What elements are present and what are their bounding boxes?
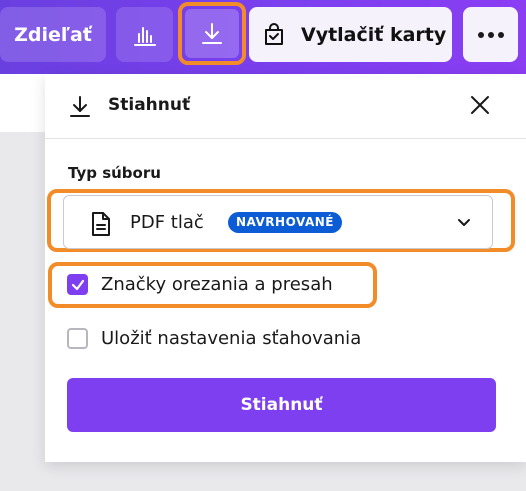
print-cards-label: Vytlačiť karty bbox=[301, 23, 447, 46]
recommended-badge: NAVRHOVANÉ bbox=[228, 212, 342, 233]
close-icon bbox=[471, 96, 489, 114]
print-cards-button[interactable]: Vytlačiť karty bbox=[249, 7, 452, 62]
more-button[interactable] bbox=[463, 7, 518, 62]
download-button-inner bbox=[185, 9, 239, 58]
share-button-label: Zdieľať bbox=[14, 23, 92, 46]
file-type-select[interactable]: PDF tlač NAVRHOVANÉ bbox=[63, 195, 493, 249]
download-panel: Stiahnuť Typ súboru PDF tlač NAVRHOVANÉ bbox=[45, 74, 526, 462]
save-settings-label: Uložiť nastavenia sťahovania bbox=[101, 328, 362, 349]
document-icon bbox=[92, 212, 110, 236]
top-toolbar: Zdieľať Vytlačiť karty bbox=[0, 0, 526, 74]
crop-marks-checkbox-row[interactable]: Značky orezania a presah bbox=[67, 274, 333, 295]
download-icon bbox=[70, 96, 90, 117]
download-submit-label: Stiahnuť bbox=[240, 395, 323, 415]
close-button[interactable] bbox=[465, 90, 495, 120]
save-settings-checkbox[interactable] bbox=[67, 328, 88, 349]
save-settings-checkbox-row[interactable]: Uložiť nastavenia sťahovania bbox=[67, 328, 361, 349]
checkmark-icon bbox=[71, 279, 84, 290]
download-icon bbox=[202, 22, 222, 44]
bar-chart-icon bbox=[133, 26, 156, 46]
more-horizontal-icon bbox=[477, 31, 504, 38]
crop-marks-label: Značky orezania a presah bbox=[101, 274, 333, 295]
file-type-value: PDF tlač bbox=[130, 212, 204, 233]
file-type-label: Typ súboru bbox=[68, 164, 161, 182]
insights-button[interactable] bbox=[116, 7, 173, 62]
share-button[interactable]: Zdieľať bbox=[0, 7, 106, 62]
crop-marks-checkbox[interactable] bbox=[67, 274, 88, 295]
chevron-down-icon bbox=[458, 219, 470, 226]
panel-title: Stiahnuť bbox=[108, 95, 191, 115]
download-submit-button[interactable]: Stiahnuť bbox=[67, 378, 496, 432]
panel-header: Stiahnuť bbox=[45, 74, 526, 139]
print-bag-icon bbox=[265, 22, 283, 45]
download-button[interactable] bbox=[178, 2, 246, 65]
